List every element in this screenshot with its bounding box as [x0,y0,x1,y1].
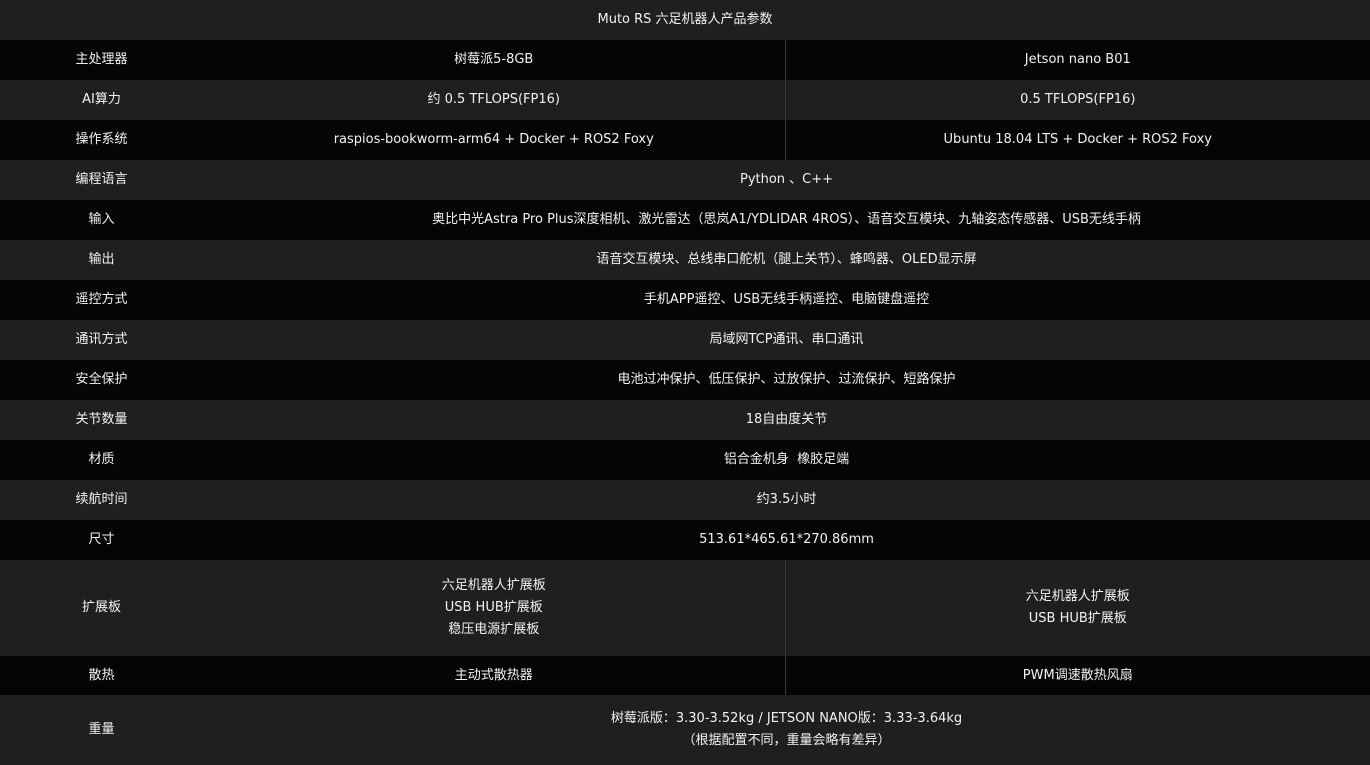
row-value: 奥比中光Astra Pro Plus深度相机、激光雷达（思岚A1/YDLIDAR… [203,200,1370,240]
row-label: 输出 [0,240,203,280]
spec-row-processor: 主处理器 树莓派5-8GB Jetson nano B01 [0,40,1370,80]
weight-line: 树莓派版：3.30-3.52kg / JETSON NANO版：3.33-3.6… [610,711,963,726]
expansion-board-item: USB HUB扩展板 [1028,611,1127,626]
row-value: 约3.5小时 [203,480,1370,520]
row-label: 编程语言 [0,160,203,200]
row-label: 重量 [0,695,203,765]
spec-row-material: 材质 铝合金机身 橡胶足端 [0,440,1370,480]
spec-row-cooling: 散热 主动式散热器 PWM调速散热风扇 [0,656,1370,695]
row-label: AI算力 [0,80,203,120]
row-value: 电池过冲保护、低压保护、过放保护、过流保护、短路保护 [203,360,1370,400]
expansion-board-item: 稳压电源扩展板 [448,622,540,637]
value-jetson: 0.5 TFLOPS(FP16) [784,80,1370,120]
spec-row-protection: 安全保护 电池过冲保护、低压保护、过放保护、过流保护、短路保护 [0,360,1370,400]
value-raspberry-pi: 树莓派5-8GB [203,40,785,80]
row-label: 散热 [0,656,203,695]
row-value: 树莓派版：3.30-3.52kg / JETSON NANO版：3.33-3.6… [203,695,1370,765]
spec-row-language: 编程语言 Python 、C++ [0,160,1370,200]
row-label: 遥控方式 [0,280,203,320]
spec-row-input: 输入 奥比中光Astra Pro Plus深度相机、激光雷达（思岚A1/YDLI… [0,200,1370,240]
row-label: 扩展板 [0,560,203,656]
spec-row-size: 尺寸 513.61*465.61*270.86mm [0,520,1370,560]
row-value: 铝合金机身 橡胶足端 [203,440,1370,480]
row-label: 输入 [0,200,203,240]
spec-row-ai-compute: AI算力 约 0.5 TFLOPS(FP16) 0.5 TFLOPS(FP16) [0,80,1370,120]
row-value: 语音交互模块、总线串口舵机（腿上关节）、蜂鸣器、OLED显示屏 [203,240,1370,280]
expansion-board-item: 六足机器人扩展板 [441,578,546,593]
spec-row-communication: 通讯方式 局域网TCP通讯、串口通讯 [0,320,1370,360]
value-raspberry-pi: 主动式散热器 [203,656,785,695]
title-row: Muto RS 六足机器人产品参数 [0,0,1370,40]
row-label: 续航时间 [0,480,203,520]
row-value: Python 、C++ [203,160,1370,200]
value-raspberry-pi: raspios-bookworm-arm64 + Docker + ROS2 F… [203,120,785,160]
table-title: Muto RS 六足机器人产品参数 [0,0,1370,40]
weight-note: （根据配置不同，重量会略有差异） [682,733,891,748]
row-label: 安全保护 [0,360,203,400]
row-value: 18自由度关节 [203,400,1370,440]
expansion-board-item: 六足机器人扩展板 [1025,589,1130,604]
value-raspberry-pi: 六足机器人扩展板 USB HUB扩展板 稳压电源扩展板 [203,560,785,656]
row-value: 513.61*465.61*270.86mm [203,520,1370,560]
spec-row-os: 操作系统 raspios-bookworm-arm64 + Docker + R… [0,120,1370,160]
row-label: 操作系统 [0,120,203,160]
row-value: 手机APP遥控、USB无线手柄遥控、电脑键盘遥控 [203,280,1370,320]
row-value: 局域网TCP通讯、串口通讯 [203,320,1370,360]
value-jetson: Jetson nano B01 [784,40,1370,80]
spec-row-joints: 关节数量 18自由度关节 [0,400,1370,440]
value-raspberry-pi: 约 0.5 TFLOPS(FP16) [203,80,785,120]
spec-row-weight: 重量 树莓派版：3.30-3.52kg / JETSON NANO版：3.33-… [0,695,1370,765]
row-label: 通讯方式 [0,320,203,360]
expansion-board-item: USB HUB扩展板 [444,600,543,615]
row-label: 材质 [0,440,203,480]
value-jetson: PWM调速散热风扇 [784,656,1370,695]
spec-row-battery-life: 续航时间 约3.5小时 [0,480,1370,520]
spec-row-expansion-boards: 扩展板 六足机器人扩展板 USB HUB扩展板 稳压电源扩展板 六足机器人扩展板… [0,560,1370,656]
spec-row-remote: 遥控方式 手机APP遥控、USB无线手柄遥控、电脑键盘遥控 [0,280,1370,320]
row-label: 主处理器 [0,40,203,80]
value-jetson: 六足机器人扩展板 USB HUB扩展板 [784,560,1370,656]
spec-table: Muto RS 六足机器人产品参数 主处理器 树莓派5-8GB Jetson n… [0,0,1370,765]
spec-row-output: 输出 语音交互模块、总线串口舵机（腿上关节）、蜂鸣器、OLED显示屏 [0,240,1370,280]
row-label: 关节数量 [0,400,203,440]
value-jetson: Ubuntu 18.04 LTS + Docker + ROS2 Foxy [784,120,1370,160]
row-label: 尺寸 [0,520,203,560]
